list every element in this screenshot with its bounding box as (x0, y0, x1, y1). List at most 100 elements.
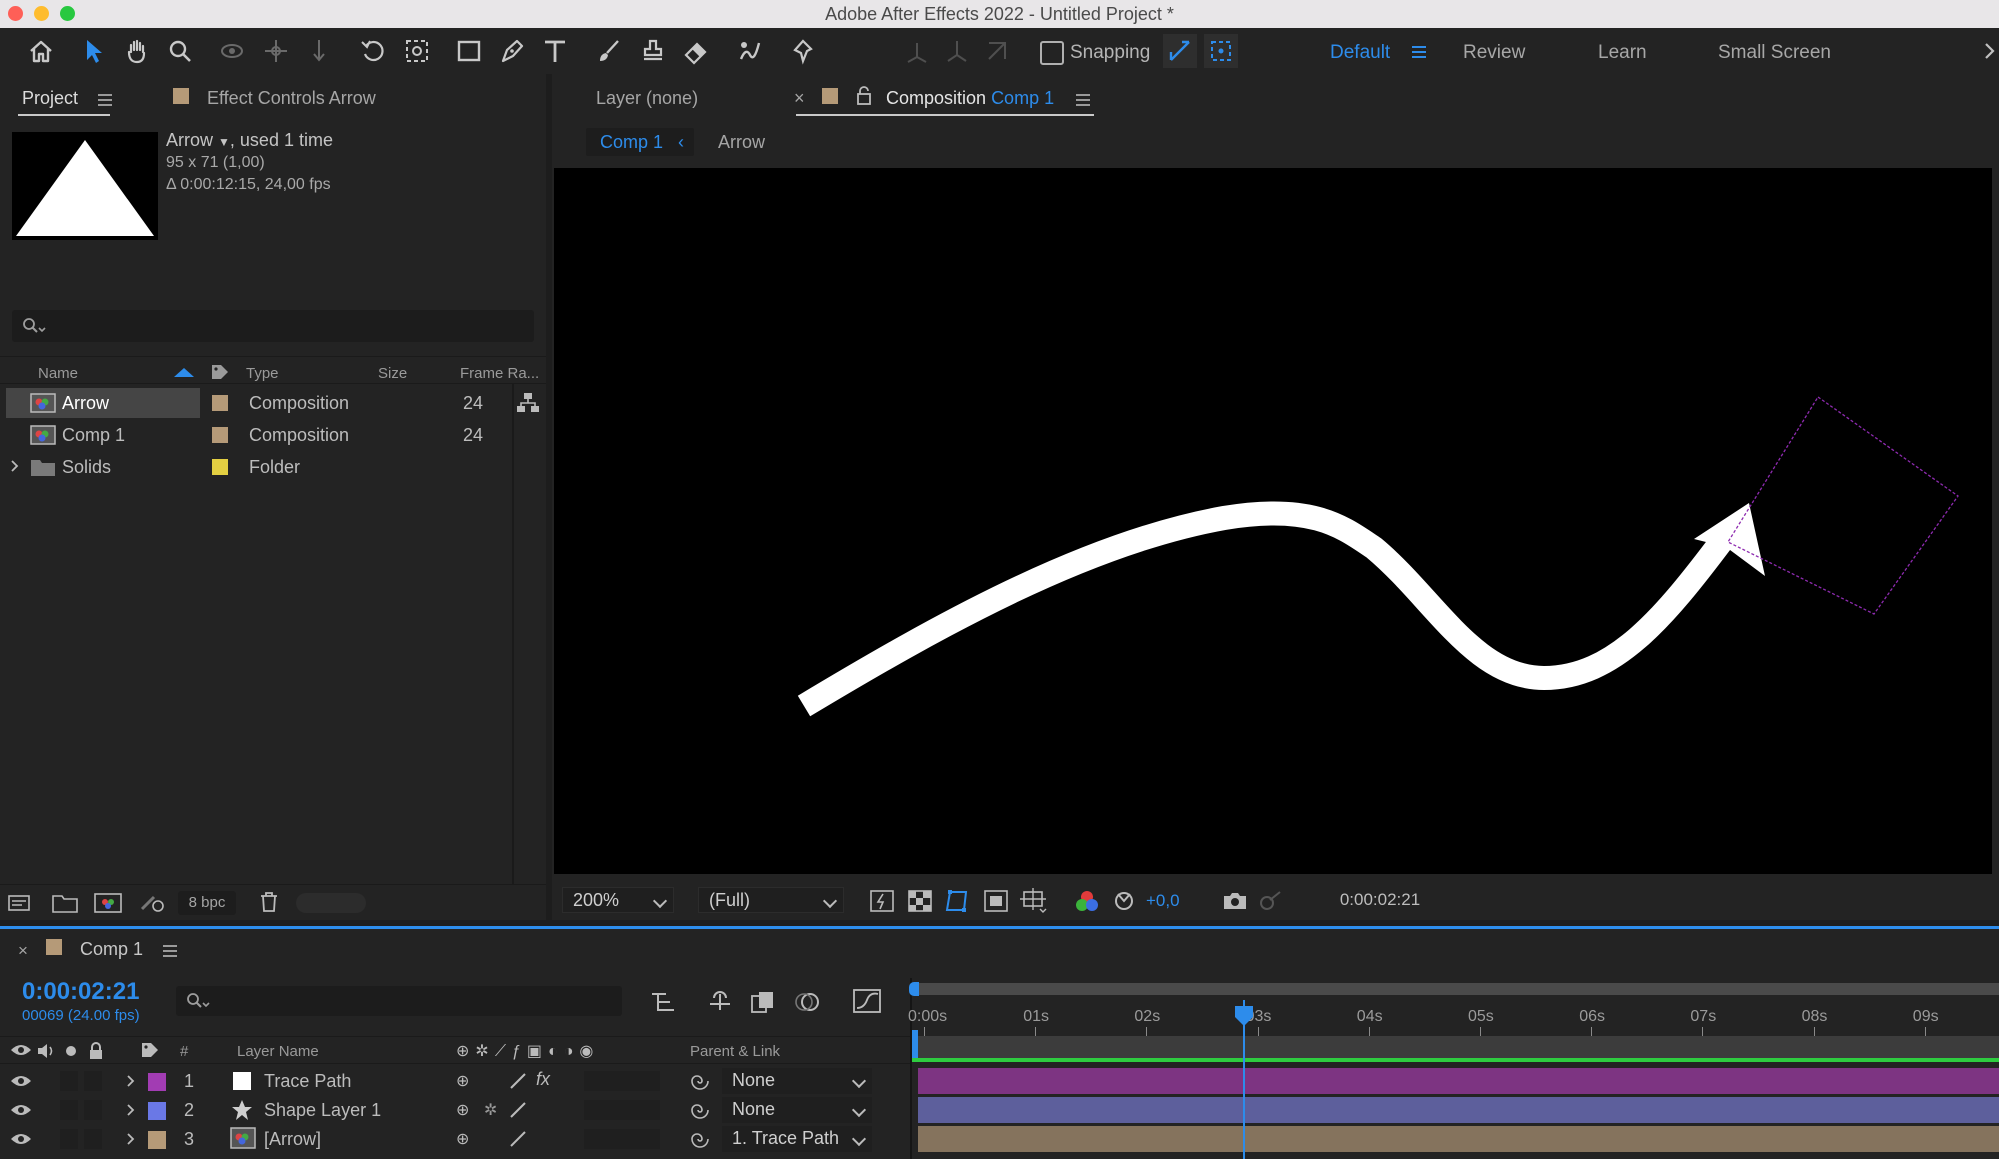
toolbar-overflow-icon[interactable] (1984, 42, 1996, 60)
project-settings-icon[interactable] (138, 893, 166, 913)
shy-switch-icon[interactable]: ⊕ (456, 1071, 469, 1091)
layer-visibility-eye-icon[interactable] (10, 1073, 32, 1089)
layer-duration-bar[interactable] (918, 1126, 1999, 1152)
clone-stamp-icon[interactable] (636, 34, 670, 68)
workspace-learn[interactable]: Learn (1598, 42, 1647, 64)
orbit-camera-icon[interactable] (215, 34, 249, 68)
breadcrumb-layer[interactable]: Arrow (718, 132, 765, 153)
bit-depth-button[interactable]: 8 bpc (178, 891, 236, 915)
eraser-tool-icon[interactable] (679, 34, 713, 68)
grid-guides-icon[interactable] (1020, 888, 1048, 914)
expand-layer-chevron-icon[interactable] (126, 1103, 136, 1117)
motion-blur-icon[interactable] (794, 990, 822, 1014)
workspace-default[interactable]: Default (1330, 42, 1390, 64)
pick-whip-icon[interactable] (690, 1129, 710, 1149)
resolution-dropdown[interactable]: (Full) (698, 887, 844, 913)
column-layer-name[interactable]: Layer Name (237, 1043, 319, 1060)
tab-layer[interactable]: Layer (none) (596, 88, 698, 109)
effect-fx-icon[interactable]: fx (536, 1069, 550, 1090)
timeline-current-time[interactable]: 0:00:02:21 (22, 978, 139, 1006)
expand-layer-chevron-icon[interactable] (126, 1132, 136, 1146)
snap-features-icon[interactable] (1204, 34, 1238, 68)
layer-switch-boxes[interactable] (584, 1129, 660, 1149)
label-color-swatch[interactable] (212, 459, 228, 475)
rectangle-tool-icon[interactable] (452, 34, 486, 68)
work-area-start-handle[interactable] (909, 982, 919, 996)
composition-canvas[interactable] (554, 168, 1992, 874)
switches-header-icons[interactable]: ⊕✲⟋ƒ▣◐◑◉ (456, 1041, 656, 1061)
shy-layers-icon[interactable] (706, 990, 734, 1014)
shy-switch-icon[interactable]: ⊕ (456, 1100, 469, 1120)
lock-switch[interactable] (84, 1100, 102, 1120)
playhead-handle[interactable] (1234, 1005, 1254, 1027)
label-color-swatch[interactable] (212, 395, 228, 411)
pan-camera-icon[interactable] (259, 34, 293, 68)
column-frame-rate[interactable]: Frame Ra... (460, 365, 539, 382)
axis-local-icon[interactable] (900, 34, 934, 68)
workspace-menu-icon[interactable] (1412, 46, 1426, 58)
layer-duration-bar[interactable] (918, 1068, 1999, 1094)
project-item-row[interactable]: Comp 1 Composition 24 (6, 420, 514, 450)
layer-label-color[interactable] (148, 1131, 166, 1149)
project-item-row[interactable]: Arrow Composition 24 (6, 388, 539, 418)
workspace-review[interactable]: Review (1463, 42, 1525, 64)
axis-view-icon[interactable] (980, 34, 1014, 68)
audio-icon[interactable] (36, 1042, 58, 1060)
puppet-pin-icon[interactable] (786, 34, 820, 68)
solo-switch[interactable] (60, 1071, 78, 1091)
lock-icon[interactable] (856, 86, 872, 106)
trash-icon[interactable] (258, 891, 280, 913)
reset-exposure-icon[interactable] (1112, 890, 1136, 912)
new-composition-icon[interactable] (94, 893, 122, 913)
layer-switch-boxes[interactable] (584, 1100, 660, 1120)
layer-name[interactable]: Trace Path (264, 1071, 351, 1092)
comp-flowchart-icon[interactable] (650, 990, 678, 1014)
project-item-row[interactable]: Solids Folder (6, 452, 514, 482)
solo-switch[interactable] (60, 1100, 78, 1120)
region-of-interest-icon[interactable] (984, 890, 1008, 912)
brush-tool-icon[interactable] (592, 34, 626, 68)
tab-composition[interactable]: Composition Comp 1 (886, 88, 1054, 109)
timeline-search-input[interactable] (176, 986, 622, 1016)
column-name[interactable]: Name (38, 365, 78, 382)
column-type[interactable]: Type (246, 365, 279, 382)
channel-icon[interactable] (1074, 889, 1100, 915)
project-menu-icon[interactable] (98, 94, 112, 106)
snap-edge-icon[interactable] (1163, 34, 1197, 68)
viewer-menu-icon[interactable] (1076, 94, 1090, 106)
thumbnail-size-slider[interactable] (296, 893, 366, 913)
graph-editor-icon[interactable] (852, 988, 882, 1014)
preview-dropdown-icon[interactable]: ▼ (218, 135, 230, 149)
layer-label-color[interactable] (148, 1102, 166, 1120)
roto-brush-icon[interactable] (733, 34, 767, 68)
transparency-grid-icon[interactable] (908, 890, 932, 912)
new-folder-icon[interactable] (52, 893, 78, 913)
lock-switch[interactable] (84, 1129, 102, 1149)
column-parent-link[interactable]: Parent & Link (690, 1043, 780, 1060)
type-tool-icon[interactable] (538, 34, 572, 68)
video-visibility-icon[interactable] (10, 1042, 32, 1058)
pen-tool-icon[interactable] (495, 34, 529, 68)
collapse-switch-icon[interactable]: ✲ (484, 1100, 497, 1120)
project-search-input[interactable] (12, 310, 534, 342)
interpret-footage-icon[interactable] (8, 893, 36, 913)
layer-row[interactable]: 1 Trace Path ⊕ fx None (0, 1067, 910, 1096)
current-time-display[interactable]: 0:00:02:21 (1314, 887, 1446, 913)
layer-label-color[interactable] (148, 1073, 166, 1091)
label-color-swatch[interactable] (212, 427, 228, 443)
sort-ascending-icon[interactable] (174, 368, 194, 378)
expand-layer-chevron-icon[interactable] (126, 1074, 136, 1088)
label-column-icon[interactable] (140, 1041, 160, 1059)
quality-switch-icon[interactable] (508, 1072, 528, 1090)
project-scrollbar[interactable] (512, 384, 514, 884)
exposure-value[interactable]: +0,0 (1146, 891, 1180, 911)
snapping-checkbox[interactable] (1040, 41, 1064, 65)
lock-column-icon[interactable] (88, 1042, 104, 1060)
layer-switch-boxes[interactable] (584, 1071, 660, 1091)
zoom-dropdown[interactable]: 200% (562, 887, 674, 913)
tab-effect-controls[interactable]: Effect Controls Arrow (207, 88, 376, 109)
quality-switch-icon[interactable] (508, 1130, 528, 1148)
work-area-bar[interactable] (912, 983, 1999, 995)
rotation-tool-icon[interactable] (356, 34, 390, 68)
shy-switch-icon[interactable]: ⊕ (456, 1129, 469, 1149)
